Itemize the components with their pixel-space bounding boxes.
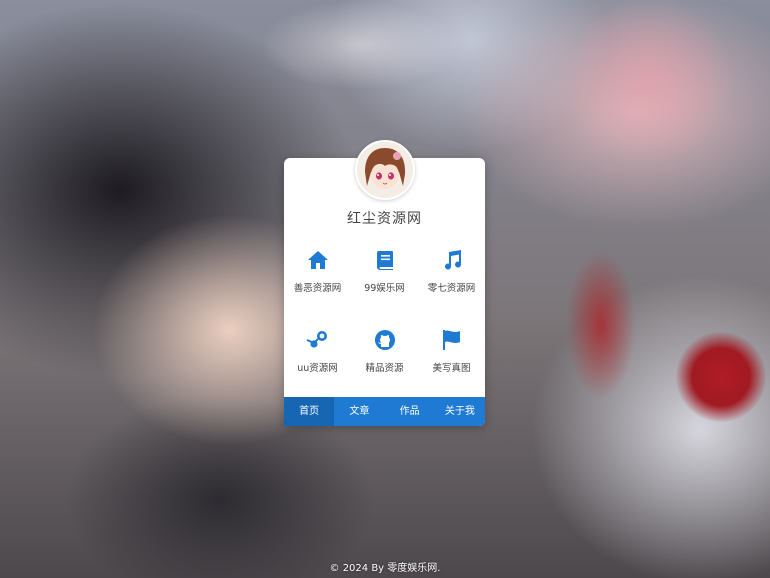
profile-card: 红尘资源网 善恶资源网 99娱乐网 零七资源网 uu资源网 精品资源 美写真图 … bbox=[284, 140, 485, 426]
link-item-lingqi[interactable]: 零七资源网 bbox=[418, 248, 485, 308]
robe-shape bbox=[566, 250, 636, 400]
book-icon bbox=[376, 251, 393, 270]
avatar-image bbox=[357, 142, 413, 198]
link-item-uu[interactable]: uu资源网 bbox=[284, 328, 351, 388]
music-icon bbox=[444, 250, 461, 270]
link-item-99yule[interactable]: 99娱乐网 bbox=[351, 248, 418, 308]
footer-copyright: © 2024 By 零度娱乐网. bbox=[329, 563, 441, 574]
nav-item-works[interactable]: 作品 bbox=[385, 397, 435, 426]
link-label: 美写真图 bbox=[432, 363, 471, 374]
red-flower-shape bbox=[676, 332, 766, 422]
nav-item-home[interactable]: 首页 bbox=[284, 397, 335, 426]
bottom-nav: 首页 文章 作品 关于我 bbox=[284, 397, 485, 426]
github-icon bbox=[374, 330, 395, 350]
blossom-shape bbox=[560, 0, 740, 160]
nav-item-articles[interactable]: 文章 bbox=[334, 397, 384, 426]
link-label: 99娱乐网 bbox=[364, 283, 405, 294]
link-item-jingpin[interactable]: 精品资源 bbox=[351, 328, 418, 388]
blossom-shape bbox=[260, 0, 460, 90]
link-label: 精品资源 bbox=[365, 363, 404, 374]
nav-item-about[interactable]: 关于我 bbox=[435, 397, 485, 426]
steam-icon bbox=[306, 331, 327, 348]
avatar[interactable] bbox=[355, 140, 415, 200]
link-label: 零七资源网 bbox=[427, 283, 476, 294]
site-title: 红尘资源网 bbox=[347, 211, 422, 227]
link-label: 善恶资源网 bbox=[293, 283, 342, 294]
link-item-shane[interactable]: 善恶资源网 bbox=[284, 248, 351, 308]
link-label: uu资源网 bbox=[297, 363, 338, 374]
link-item-meixiezhen[interactable]: 美写真图 bbox=[418, 328, 485, 388]
flag-icon bbox=[442, 330, 460, 350]
home-icon bbox=[307, 251, 328, 269]
